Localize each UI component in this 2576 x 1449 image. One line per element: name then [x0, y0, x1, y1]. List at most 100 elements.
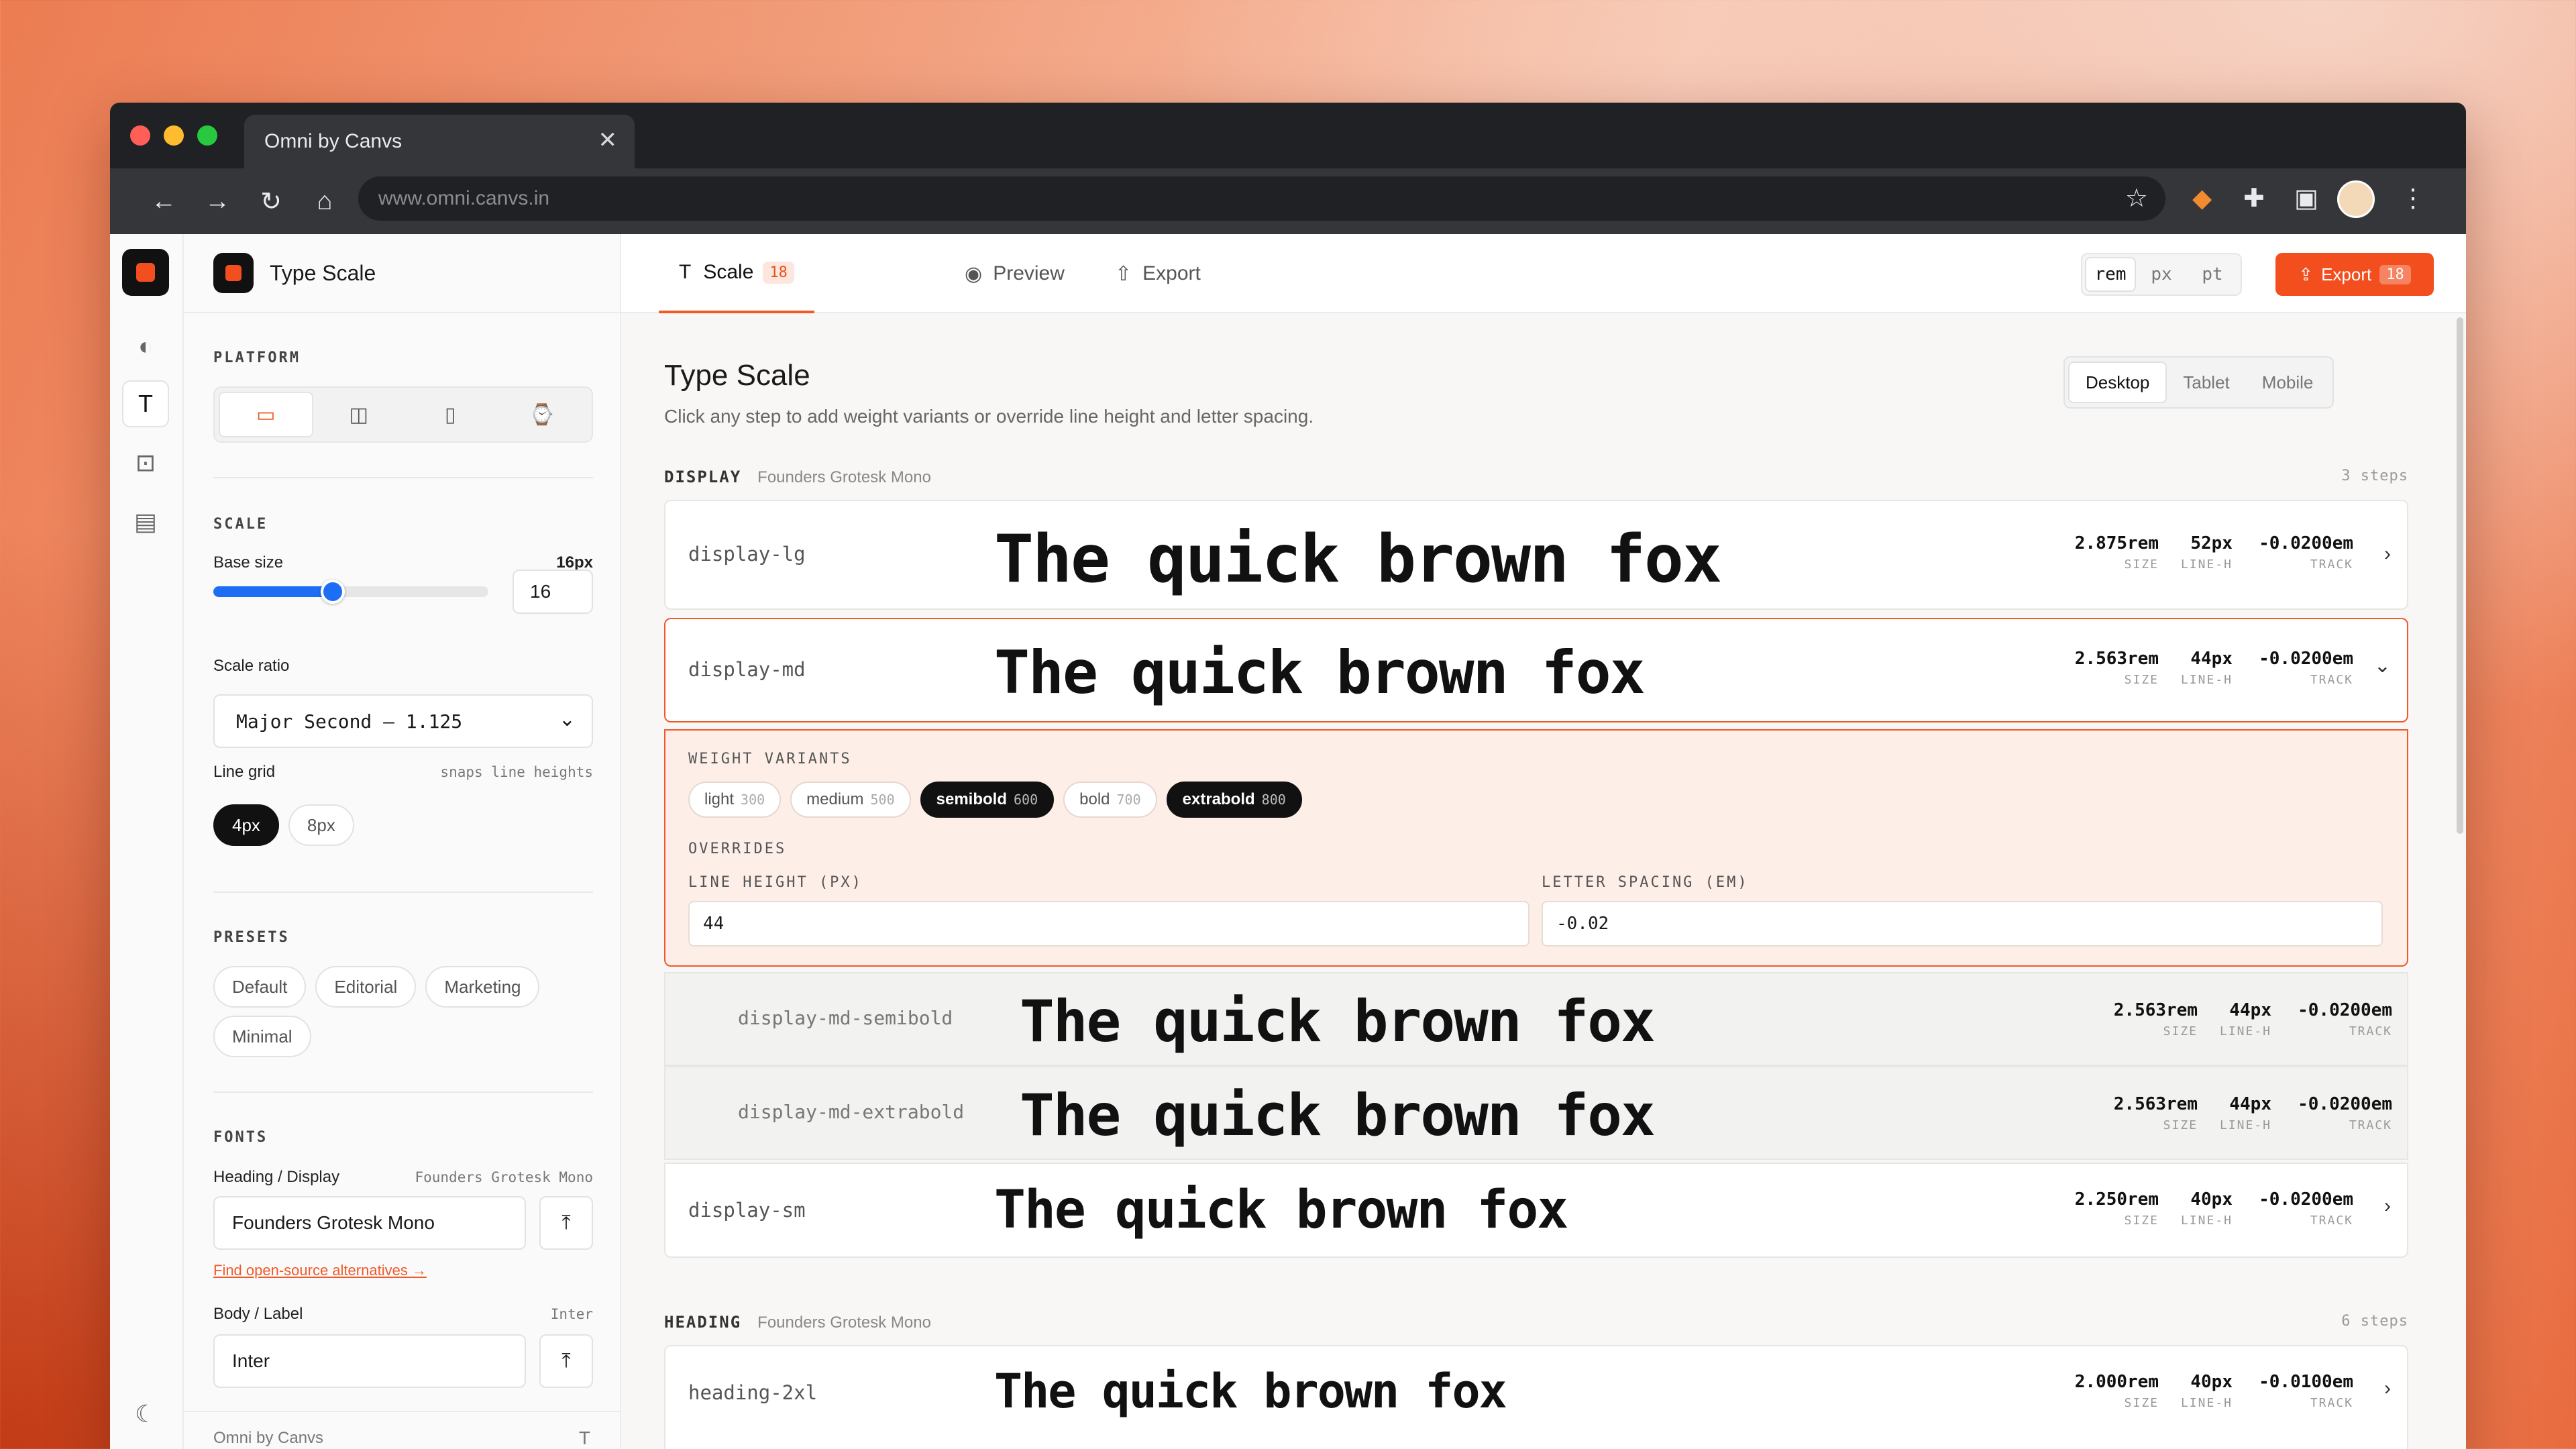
scale-row-selected[interactable]: display-md The quick brown fox 2.563rem S… — [664, 618, 2408, 722]
weight-medium[interactable]: medium 500 — [790, 782, 911, 818]
chevron-right-icon[interactable]: › — [2384, 543, 2391, 566]
preset-editorial[interactable]: Editorial — [315, 966, 417, 1008]
export-icon: ⇪ — [2298, 264, 2314, 284]
letter-spacing-label: LETTER SPACING (EM) — [1542, 874, 1749, 891]
bookmark-star-icon[interactable]: ☆ — [2125, 183, 2148, 213]
back-icon[interactable]: ← — [137, 187, 191, 216]
base-size-slider[interactable] — [213, 580, 488, 604]
palette-icon[interactable]: ◐ — [122, 323, 169, 370]
close-tab-icon[interactable]: ✕ — [598, 127, 618, 154]
preset-minimal[interactable]: Minimal — [213, 1016, 311, 1057]
tab-preview[interactable]: ◉ Preview — [965, 234, 1065, 313]
extensions-puzzle-icon[interactable]: ✚ — [2243, 183, 2265, 213]
share-icon: ⇧ — [1115, 262, 1132, 285]
main-content: T Scale 18 ◉ Preview ⇧ Export rem px pt — [621, 234, 2466, 1449]
letter-spacing-input[interactable]: -0.02 — [1542, 901, 2383, 947]
desktop-platform-icon[interactable]: ▭ — [219, 392, 313, 437]
export-button[interactable]: ⇪ Export 18 — [2275, 253, 2434, 296]
watch-platform-icon[interactable]: ⌚ — [496, 392, 588, 437]
weight-extrabold[interactable]: extrabold 800 — [1166, 782, 1302, 818]
url-text: www.omni.canvs.in — [378, 187, 550, 209]
browser-tab[interactable]: Omni by Canvs ✕ — [244, 115, 635, 168]
dark-mode-moon-icon[interactable]: ☾ — [122, 1391, 169, 1438]
forward-icon[interactable]: → — [191, 187, 244, 216]
upload-heading-font-icon[interactable]: ⤒ — [539, 1196, 593, 1250]
body-font-input[interactable]: Inter — [213, 1334, 526, 1388]
divider — [213, 892, 593, 893]
body-font-hint: Inter — [550, 1306, 593, 1322]
tablet-platform-icon[interactable]: ◫ — [313, 392, 405, 437]
browser-menu-icon[interactable]: ⋮ — [2400, 183, 2426, 213]
unit-rem[interactable]: rem — [2085, 257, 2136, 292]
scale-label: SCALE — [213, 516, 268, 533]
metamask-extension-icon[interactable]: ◆ — [2192, 183, 2212, 213]
scale-count-badge: 18 — [763, 261, 794, 284]
type-icon[interactable]: T — [122, 380, 169, 427]
preset-marketing[interactable]: Marketing — [425, 966, 540, 1008]
device-tablet[interactable]: Tablet — [2167, 362, 2245, 403]
maximize-window-button[interactable] — [197, 125, 217, 146]
chevron-right-icon[interactable]: › — [2384, 1195, 2391, 1218]
reload-icon[interactable]: ↻ — [244, 186, 298, 217]
weight-bold[interactable]: bold 700 — [1063, 782, 1157, 818]
type-footer-icon[interactable]: T — [579, 1428, 590, 1449]
device-desktop[interactable]: Desktop — [2068, 362, 2167, 403]
line-grid-4px[interactable]: 4px — [213, 804, 279, 846]
close-window-button[interactable] — [130, 125, 150, 146]
eye-icon: ◉ — [965, 262, 983, 285]
heading-font-hint: Founders Grotesk Mono — [415, 1169, 593, 1185]
group-header-heading: HEADING Founders Grotesk Mono 6 steps — [664, 1313, 2408, 1332]
sample-text: The quick brown fox — [994, 638, 1646, 707]
minimize-window-button[interactable] — [164, 125, 184, 146]
weight-semibold[interactable]: semibold 600 — [920, 782, 1055, 818]
body-font-label: Body / Label — [213, 1305, 303, 1323]
page-subtitle: Click any step to add weight variants or… — [664, 406, 1314, 427]
mobile-platform-icon[interactable]: ▯ — [405, 392, 496, 437]
chevron-right-icon[interactable]: › — [2384, 1377, 2391, 1400]
base-size-input[interactable]: 16 — [513, 570, 593, 614]
upload-body-font-icon[interactable]: ⤒ — [539, 1334, 593, 1388]
export-count-badge: 18 — [2379, 264, 2411, 284]
chevron-down-icon[interactable]: ⌄ — [2374, 654, 2391, 678]
weight-light[interactable]: light 300 — [688, 782, 782, 818]
browser-toolbar: ← → ↻ ⌂ www.omni.canvs.in ☆ ◆ ✚ ▣ ⋮ — [110, 168, 2466, 234]
platform-switcher: ▭ ◫ ▯ ⌚ — [213, 386, 593, 443]
sample-text: The quick brown fox — [994, 1364, 1507, 1419]
scrollbar[interactable] — [2453, 313, 2466, 1449]
scale-ratio-label: Scale ratio — [213, 657, 290, 675]
browser-window: Omni by Canvs ✕ ← → ↻ ⌂ www.omni.canvs.i… — [110, 103, 2466, 1449]
side-panel-icon[interactable]: ▣ — [2294, 183, 2318, 213]
tab-scale[interactable]: T Scale 18 — [659, 234, 814, 313]
variant-row[interactable]: display-md-extrabold The quick brown fox… — [664, 1066, 2408, 1160]
scale-row[interactable]: display-lg The quick brown fox 2.875rem S… — [664, 500, 2408, 610]
slider-handle[interactable] — [321, 580, 345, 604]
alternatives-link[interactable]: Find open-source alternatives → — [213, 1262, 427, 1279]
heading-font-input[interactable]: Founders Grotesk Mono — [213, 1196, 526, 1250]
unit-px[interactable]: px — [2136, 257, 2187, 292]
scale-row[interactable]: display-sm The quick brown fox 2.250rem S… — [664, 1163, 2408, 1258]
platform-label: PLATFORM — [213, 350, 301, 366]
type-scale-logo — [213, 253, 254, 293]
line-grid-8px[interactable]: 8px — [288, 804, 354, 846]
profile-avatar[interactable] — [2337, 180, 2375, 218]
preset-default[interactable]: Default — [213, 966, 307, 1008]
preview-screen-icon[interactable]: ⊡ — [122, 439, 169, 486]
line-height-input[interactable]: 44 — [688, 901, 1529, 947]
step-detail-panel: WEIGHT VARIANTS light 300 medium 500 semib… — [664, 729, 2408, 967]
book-icon[interactable]: ▤ — [122, 498, 169, 545]
tab-export[interactable]: ⇧ Export — [1115, 234, 1201, 313]
sample-text: The quick brown fox — [994, 1180, 1568, 1240]
scale-row[interactable]: heading-2xl The quick brown fox 2.000rem… — [664, 1345, 2408, 1449]
device-mobile[interactable]: Mobile — [2246, 362, 2330, 403]
app-logo[interactable] — [122, 249, 169, 296]
divider — [213, 477, 593, 478]
home-icon[interactable]: ⌂ — [298, 187, 352, 216]
scale-ratio-select[interactable]: Major Second — 1.125 ⌄ — [213, 694, 593, 748]
weight-variants: light 300 medium 500 semibold 600 bold 700 e… — [688, 782, 1311, 818]
unit-pt[interactable]: pt — [2187, 257, 2238, 292]
settings-sidebar: Type Scale PLATFORM ▭ ◫ ▯ ⌚ SCALE Base s… — [184, 234, 621, 1449]
address-bar[interactable]: www.omni.canvs.in ☆ — [358, 176, 2165, 221]
app: ◐ T ⊡ ▤ ☾ Type Scale PLATFORM ▭ ◫ ▯ ⌚ SC… — [110, 234, 2466, 1449]
variant-row[interactable]: display-md-semibold The quick brown fox … — [664, 972, 2408, 1066]
footer-brand: Omni by Canvs — [213, 1429, 324, 1447]
